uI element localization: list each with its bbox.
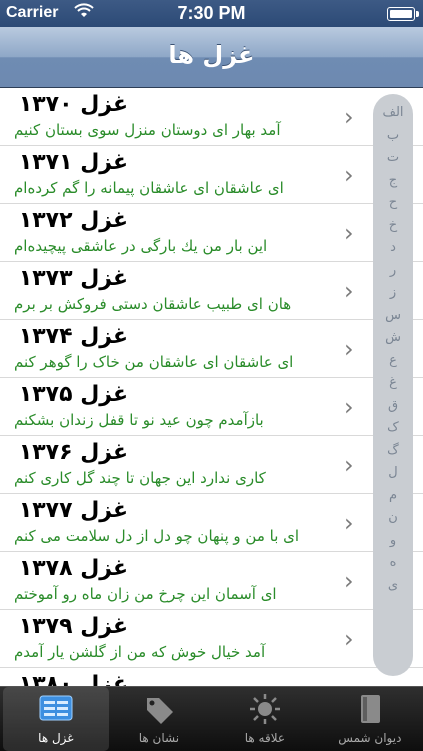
- index-letter[interactable]: ع: [373, 350, 413, 373]
- index-letter[interactable]: د: [373, 237, 413, 260]
- index-letter[interactable]: ه: [373, 552, 413, 575]
- sun-icon: [212, 692, 318, 728]
- chevron-right-icon: ›: [344, 161, 354, 189]
- list-item-title: غزل ۱۳۷۰: [18, 92, 128, 117]
- list-item[interactable]: غزل ۱۳۷۱ ای عاشقان ای عاشقان پیمانه را گ…: [0, 146, 423, 204]
- tab-label: غزل ها: [38, 731, 74, 745]
- list-item-subtitle: کاری ندارد این جهان تا چند گل کاری کنم: [14, 469, 266, 487]
- list-item[interactable]: غزل ۱۳۷۶ کاری ندارد این جهان تا چند گل ک…: [0, 436, 423, 494]
- list-item-title: غزل ۱۳۷۳: [18, 266, 128, 291]
- list-item-subtitle: ای آسمان این چرخ من زان ماه رو آموختم: [14, 585, 277, 603]
- list-item-title: غزل ۱۳۷۵: [18, 382, 128, 407]
- index-letter[interactable]: خ: [373, 215, 413, 238]
- index-letter[interactable]: ن: [373, 507, 413, 530]
- index-letter[interactable]: الف: [373, 102, 413, 125]
- list-item[interactable]: غزل ۱۳۸۰ ›: [0, 668, 423, 686]
- index-letter[interactable]: ج: [373, 170, 413, 193]
- list-item[interactable]: غزل ۱۳۷۲ این بار من یك بارگی در عاشقی پی…: [0, 204, 423, 262]
- clock: 7:30 PM: [177, 3, 246, 23]
- tab-bookmarks[interactable]: نشان ها: [106, 687, 212, 751]
- index-letter[interactable]: ت: [373, 147, 413, 170]
- list-item[interactable]: غزل ۱۳۷۹ آمد خیال خوش که من از گلشن یار …: [0, 610, 423, 668]
- list-item-subtitle: آمد خیال خوش که من از گلشن یار آمدم: [14, 643, 266, 661]
- index-letter[interactable]: ق: [373, 395, 413, 418]
- index-letter[interactable]: م: [373, 485, 413, 508]
- chevron-right-icon: ›: [344, 103, 354, 131]
- list-item[interactable]: غزل ۱۳۷۳ هان ای طبیب عاشقان دستی فروکش ب…: [0, 262, 423, 320]
- chevron-right-icon: ›: [344, 335, 354, 363]
- tab-label: نشان ها: [138, 731, 180, 745]
- tab-bar: غزل ها نشان ها علاقه ها دیوان شمس: [0, 686, 423, 751]
- section-index-bar[interactable]: الف ب ت ج ح خ د ر ز س ش ع غ ق ک گ ل م ن و ه ی: [373, 94, 413, 676]
- chevron-right-icon: ›: [344, 219, 354, 247]
- list-item-title: غزل ۱۳۸۰: [18, 672, 128, 686]
- status-bar: Carrier 7:30 PM: [0, 0, 423, 27]
- list-item-subtitle: هان ای طبیب عاشقان دستی فروکش بر برم: [14, 295, 292, 313]
- chevron-right-icon: ›: [344, 567, 354, 595]
- tab-ghazals[interactable]: غزل ها: [3, 687, 109, 751]
- index-letter[interactable]: ر: [373, 260, 413, 283]
- list-icon: [3, 692, 109, 728]
- list-item-title: غزل ۱۳۷۱: [18, 150, 128, 175]
- index-letter[interactable]: ی: [373, 575, 413, 598]
- index-letter[interactable]: ش: [373, 327, 413, 350]
- list-item-title: غزل ۱۳۷۷: [18, 498, 128, 523]
- chevron-right-icon: ›: [344, 277, 354, 305]
- list-item-subtitle: ای عاشقان ای عاشقان من خاک را گوهر کنم: [14, 353, 294, 371]
- tab-label: دیوان شمس: [338, 731, 402, 745]
- book-icon: [317, 692, 423, 728]
- list-item[interactable]: غزل ۱۳۷۷ ای با من و پنهان چو دل از دل سل…: [0, 494, 423, 552]
- ghazal-list[interactable]: غزل ۱۳۷۰ آمد بهار ای دوستان منزل سوی بست…: [0, 88, 423, 686]
- list-item-subtitle: ای با من و پنهان چو دل از دل سلامت می کن…: [14, 527, 300, 545]
- chevron-right-icon: ›: [344, 625, 354, 653]
- list-item[interactable]: غزل ۱۳۷۸ ای آسمان این چرخ من زان ماه رو …: [0, 552, 423, 610]
- list-item-title: غزل ۱۳۷۸: [18, 556, 128, 581]
- list-item[interactable]: غزل ۱۳۷۴ ای عاشقان ای عاشقان من خاک را گ…: [0, 320, 423, 378]
- tab-label: علاقه ها: [244, 731, 286, 745]
- tab-favorites[interactable]: علاقه ها: [212, 687, 318, 751]
- chevron-right-icon: ›: [344, 509, 354, 537]
- navigation-bar: غزل ها: [0, 27, 423, 88]
- page-title: غزل ها: [168, 41, 255, 69]
- index-letter[interactable]: ک: [373, 417, 413, 440]
- index-letter[interactable]: ز: [373, 282, 413, 305]
- list-item-subtitle: ای عاشقان ای عاشقان پیمانه را گم کرده‌ام: [14, 179, 284, 197]
- list-item-title: غزل ۱۳۷۶: [18, 440, 128, 465]
- tag-icon: [106, 692, 212, 728]
- list-item-title: غزل ۱۳۷۲: [18, 208, 128, 233]
- list-item-title: غزل ۱۳۷۴: [18, 324, 128, 349]
- list-item-subtitle: بازآمدم چون عید نو تا قفل زندان بشکنم: [14, 411, 264, 429]
- list-item-subtitle: آمد بهار ای دوستان منزل سوی بستان کنیم: [14, 121, 281, 139]
- index-letter[interactable]: ح: [373, 192, 413, 215]
- battery-icon: [387, 7, 419, 21]
- chevron-right-icon: ›: [344, 393, 354, 421]
- index-letter[interactable]: س: [373, 305, 413, 328]
- index-letter[interactable]: و: [373, 530, 413, 553]
- list-item[interactable]: غزل ۱۳۷۰ آمد بهار ای دوستان منزل سوی بست…: [0, 88, 423, 146]
- index-letter[interactable]: ل: [373, 462, 413, 485]
- tab-divan[interactable]: دیوان شمس: [317, 687, 423, 751]
- index-letter[interactable]: گ: [373, 440, 413, 463]
- list-item[interactable]: غزل ۱۳۷۵ بازآمدم چون عید نو تا قفل زندان…: [0, 378, 423, 436]
- list-item-title: غزل ۱۳۷۹: [18, 614, 128, 639]
- list-item-subtitle: این بار من یك بارگی در عاشقی پیچیده‌ام: [14, 237, 268, 255]
- chevron-right-icon: ›: [344, 451, 354, 479]
- index-letter[interactable]: ب: [373, 125, 413, 148]
- index-letter[interactable]: غ: [373, 372, 413, 395]
